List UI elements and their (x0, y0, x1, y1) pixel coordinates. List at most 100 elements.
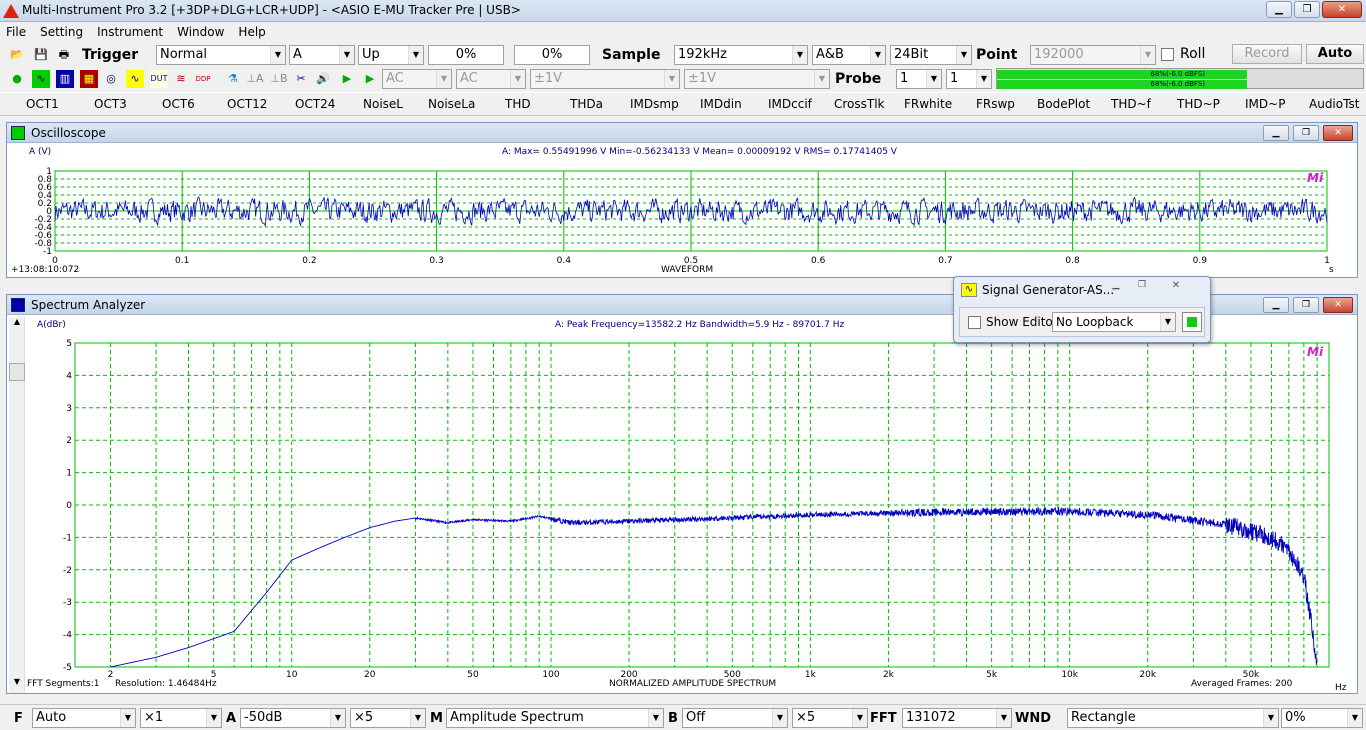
mode-select[interactable]: Amplitude Spectrum (446, 708, 664, 728)
points-select[interactable]: 192000 (1030, 45, 1156, 65)
coupling-a-select[interactable]: AC (382, 69, 452, 89)
test-crosstlk[interactable]: CrossTlk (834, 97, 885, 111)
spectrum-plot[interactable]: 543210-1-2-3-4-52 5 10 20 50 100 200 500 1k 2k 5k 1… (25, 315, 1357, 679)
test-oct3[interactable]: OCT3 (94, 97, 127, 111)
test-oct6[interactable]: OCT6 (162, 97, 195, 111)
speaker-icon[interactable]: 🔊 (314, 70, 332, 88)
menu-instrument[interactable]: Instrument (97, 25, 163, 39)
generator-run-button[interactable] (1182, 312, 1202, 332)
bit-depth-select[interactable]: 24Bit (890, 45, 972, 65)
save-icon[interactable]: 💾 (32, 46, 50, 64)
run-icon[interactable]: ● (8, 70, 26, 88)
print-icon[interactable]: 🖶 (55, 46, 73, 64)
menu-file[interactable]: File (6, 25, 26, 39)
b-reference-select[interactable]: Off (682, 708, 788, 728)
test-thd-f[interactable]: THD~f (1111, 97, 1151, 111)
open-icon[interactable]: 📂 (8, 46, 26, 64)
oscilloscope-close-button[interactable]: ✕ (1323, 125, 1353, 141)
auto-button[interactable]: Auto (1306, 44, 1364, 64)
probe-b-select[interactable]: 1 (946, 69, 992, 89)
a-zoom-select[interactable]: ×5 (350, 708, 426, 728)
siggen-close-button[interactable]: ✕ (1156, 280, 1196, 295)
oscilloscope-minimize-button[interactable]: ▁ (1263, 125, 1289, 141)
sample-rate-select[interactable]: 192kHz (674, 45, 808, 65)
siggen-minimize-button[interactable]: ▁ (1104, 280, 1128, 295)
osc-timestamp: +13:08:10:072 (11, 265, 80, 275)
generator-icon[interactable]: ∿ (126, 70, 144, 88)
menu-setting[interactable]: Setting (40, 25, 83, 39)
oscilloscope-plot[interactable]: 10.80.60.40.20-0.2-0.4-0.6-0.8-10 0.1 0.2 0… (7, 143, 1357, 277)
test-bodeplot[interactable]: BodePlot (1037, 97, 1090, 111)
spectrum-minimize-button[interactable]: ▁ (1263, 297, 1289, 313)
play-icon[interactable]: ▶ (338, 70, 356, 88)
test-frswp[interactable]: FRswp (976, 97, 1015, 111)
channel-select[interactable]: A&B (812, 45, 886, 65)
spec-x-tick: 2k (883, 670, 895, 679)
play-once-icon[interactable]: ▶ (361, 70, 379, 88)
test-noisela[interactable]: NoiseLa (428, 97, 475, 111)
calibrate-icon[interactable]: ⚗ (224, 70, 242, 88)
probe-a-select[interactable]: 1 (896, 69, 942, 89)
test-imdsmp[interactable]: IMDsmp (630, 97, 679, 111)
scroll-down-icon[interactable]: ▼ (10, 677, 24, 691)
test-frwhite[interactable]: FRwhite (904, 97, 952, 111)
range-b-select[interactable]: ±1V (684, 69, 830, 89)
a-reference-select[interactable]: -50dB (240, 708, 346, 728)
loopback-select[interactable]: No Loopback (1052, 312, 1176, 332)
oscilloscope-icon[interactable]: ∿ (32, 70, 50, 88)
frequency-zoom-select[interactable]: ×1 (140, 708, 222, 728)
scroll-thumb[interactable] (9, 363, 25, 381)
window-function-select[interactable]: Rectangle (1067, 708, 1279, 728)
tools-icon[interactable]: ✂ (292, 70, 310, 88)
siggen-maximize-button[interactable]: ❐ (1130, 280, 1154, 295)
test-thd[interactable]: THD (505, 97, 531, 111)
trigger-mode-select[interactable]: Normal (156, 45, 286, 65)
spec-xlabel: NORMALIZED AMPLITUDE SPECTRUM (609, 679, 777, 689)
minimize-button[interactable]: ▁ (1266, 1, 1292, 18)
show-editor-checkbox[interactable] (968, 316, 981, 329)
test-imdccif[interactable]: IMDccif (768, 97, 812, 111)
maximize-button[interactable]: ❐ (1294, 1, 1320, 18)
spec-y-tick: -3 (63, 598, 72, 608)
spectrum-vscroll[interactable]: ▲ ▼ (9, 317, 25, 693)
test-audiotst[interactable]: AudioTst (1309, 97, 1359, 111)
fft-size-select[interactable]: 131072 (902, 708, 1012, 728)
phase-icon[interactable]: ◎ (102, 70, 120, 88)
roll-checkbox[interactable] (1161, 48, 1174, 61)
dds-wave-icon[interactable]: ≋ (172, 70, 190, 88)
spectrum-maximize-button[interactable]: ❐ (1293, 297, 1319, 313)
oscilloscope-maximize-button[interactable]: ❐ (1293, 125, 1319, 141)
test-oct24[interactable]: OCT24 (295, 97, 335, 111)
test-imd-p[interactable]: IMD~P (1245, 97, 1285, 111)
spectrum-icon[interactable]: ▥ (56, 70, 74, 88)
spec-y-tick: 0 (66, 501, 72, 511)
menu-window[interactable]: Window (177, 25, 224, 39)
test-thda[interactable]: THDa (570, 97, 603, 111)
trigger-edge-select[interactable]: Up (358, 45, 424, 65)
ddp-icon[interactable]: DDP (194, 70, 212, 88)
b-zoom-select[interactable]: ×5 (792, 708, 868, 728)
spec-x-tick: 100 (542, 670, 559, 679)
scale-b-icon[interactable]: ⊥B (270, 70, 288, 88)
multimeter-icon[interactable]: ▦ (80, 70, 98, 88)
scale-a-icon[interactable]: ⊥A (246, 70, 264, 88)
trigger-channel-select[interactable]: A (289, 45, 355, 65)
record-button[interactable]: Record (1232, 44, 1302, 64)
menu-help[interactable]: Help (238, 25, 265, 39)
test-oct1[interactable]: OCT1 (26, 97, 59, 111)
frequency-axis-select[interactable]: Auto (32, 708, 136, 728)
trigger-level-spinner[interactable]: 0% (428, 45, 504, 65)
dut-icon[interactable]: DUT (150, 70, 168, 88)
test-thd-p[interactable]: THD~P (1177, 97, 1220, 111)
test-noisel[interactable]: NoiseL (363, 97, 403, 111)
range-a-select[interactable]: ±1V (530, 69, 680, 89)
test-imddin[interactable]: IMDdin (700, 97, 742, 111)
trigger-delay-spinner[interactable]: 0% (514, 45, 590, 65)
coupling-b-select[interactable]: AC (456, 69, 526, 89)
spectrum-close-button[interactable]: ✕ (1323, 297, 1353, 313)
close-button[interactable]: ✕ (1322, 1, 1362, 18)
test-oct12[interactable]: OCT12 (227, 97, 267, 111)
osc-mi-logo: Mi (1307, 171, 1324, 185)
scroll-up-icon[interactable]: ▲ (10, 317, 24, 331)
overlap-select[interactable]: 0% (1281, 708, 1363, 728)
